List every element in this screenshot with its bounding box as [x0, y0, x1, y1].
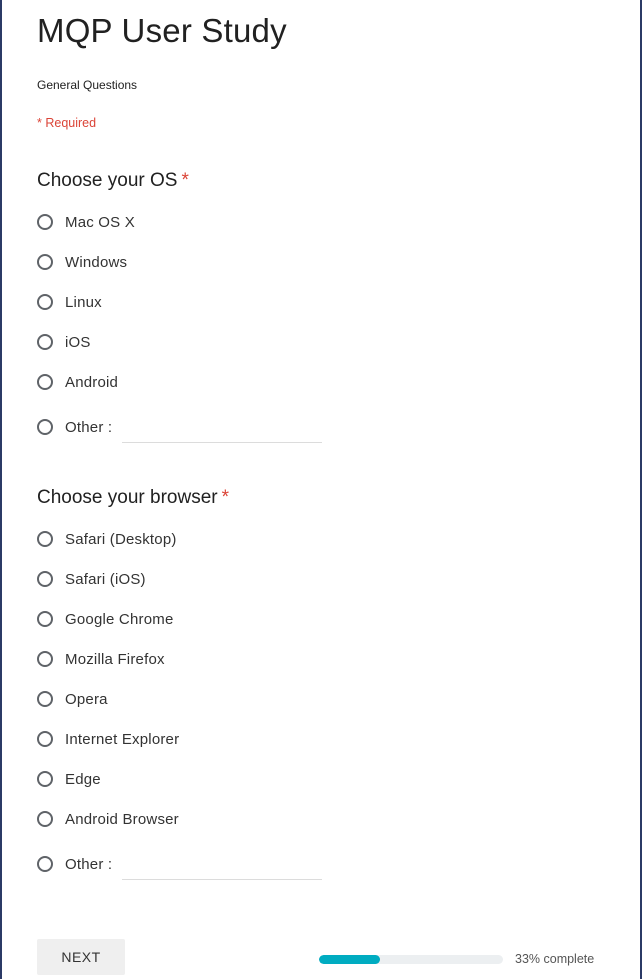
- radio-button-icon[interactable]: [37, 419, 53, 435]
- question-title-text: Choose your browser: [37, 487, 218, 508]
- radio-button-icon[interactable]: [37, 731, 53, 747]
- option-other[interactable]: Other :: [37, 853, 112, 875]
- other-text-input-browser[interactable]: [122, 856, 322, 880]
- option-label: Mac OS X: [65, 213, 135, 231]
- option-label: Android Browser: [65, 810, 179, 828]
- radio-button-icon[interactable]: [37, 811, 53, 827]
- radio-button-icon[interactable]: [37, 374, 53, 390]
- radio-button-icon[interactable]: [37, 771, 53, 787]
- radio-button-icon[interactable]: [37, 334, 53, 350]
- option-internet-explorer[interactable]: Internet Explorer: [37, 728, 179, 750]
- option-android[interactable]: Android: [37, 371, 118, 393]
- option-label: Safari (Desktop): [65, 530, 177, 548]
- option-label: Mozilla Firefox: [65, 650, 165, 668]
- form-title: MQP User Study: [37, 12, 287, 49]
- option-linux[interactable]: Linux: [37, 291, 102, 313]
- option-safari-desktop[interactable]: Safari (Desktop): [37, 528, 177, 550]
- option-label: Other :: [65, 418, 113, 436]
- option-label: iOS: [65, 333, 91, 351]
- option-label: Google Chrome: [65, 610, 174, 628]
- option-label: Edge: [65, 770, 101, 788]
- required-star: *: [181, 170, 189, 191]
- required-star: *: [221, 487, 229, 508]
- form-frame: MQP User Study General Questions * Requi…: [0, 0, 642, 979]
- option-other[interactable]: Other :: [37, 416, 112, 438]
- progress-bar: [319, 955, 503, 964]
- radio-button-icon[interactable]: [37, 651, 53, 667]
- radio-button-icon[interactable]: [37, 531, 53, 547]
- option-android-browser[interactable]: Android Browser: [37, 808, 179, 830]
- option-label: Linux: [65, 293, 102, 311]
- option-label: Internet Explorer: [65, 730, 180, 748]
- radio-button-icon[interactable]: [37, 691, 53, 707]
- option-mac-os-x[interactable]: Mac OS X: [37, 211, 135, 233]
- radio-button-icon[interactable]: [37, 214, 53, 230]
- radio-button-icon[interactable]: [37, 856, 53, 872]
- option-label: Windows: [65, 253, 128, 271]
- option-label: Safari (iOS): [65, 570, 146, 588]
- option-label: Other :: [65, 855, 113, 873]
- option-mozilla-firefox[interactable]: Mozilla Firefox: [37, 648, 165, 670]
- radio-button-icon[interactable]: [37, 254, 53, 270]
- question-title-os: Choose your OS *: [37, 170, 189, 192]
- option-edge[interactable]: Edge: [37, 768, 101, 790]
- question-title-text: Choose your OS: [37, 170, 178, 191]
- option-label: Android: [65, 373, 119, 391]
- option-google-chrome[interactable]: Google Chrome: [37, 608, 174, 630]
- next-button[interactable]: NEXT: [37, 939, 125, 975]
- progress-bar-fill: [319, 955, 380, 964]
- radio-button-icon[interactable]: [37, 294, 53, 310]
- option-ios[interactable]: iOS: [37, 331, 91, 353]
- option-safari-ios[interactable]: Safari (iOS): [37, 568, 146, 590]
- question-title-browser: Choose your browser *: [37, 487, 229, 509]
- progress-text: 33% complete: [515, 952, 595, 966]
- required-note: * Required: [37, 116, 97, 130]
- option-opera[interactable]: Opera: [37, 688, 108, 710]
- option-windows[interactable]: Windows: [37, 251, 127, 273]
- form-description: General Questions: [37, 78, 138, 92]
- option-label: Opera: [65, 690, 108, 708]
- radio-button-icon[interactable]: [37, 571, 53, 587]
- radio-button-icon[interactable]: [37, 611, 53, 627]
- other-text-input-os[interactable]: [122, 419, 322, 443]
